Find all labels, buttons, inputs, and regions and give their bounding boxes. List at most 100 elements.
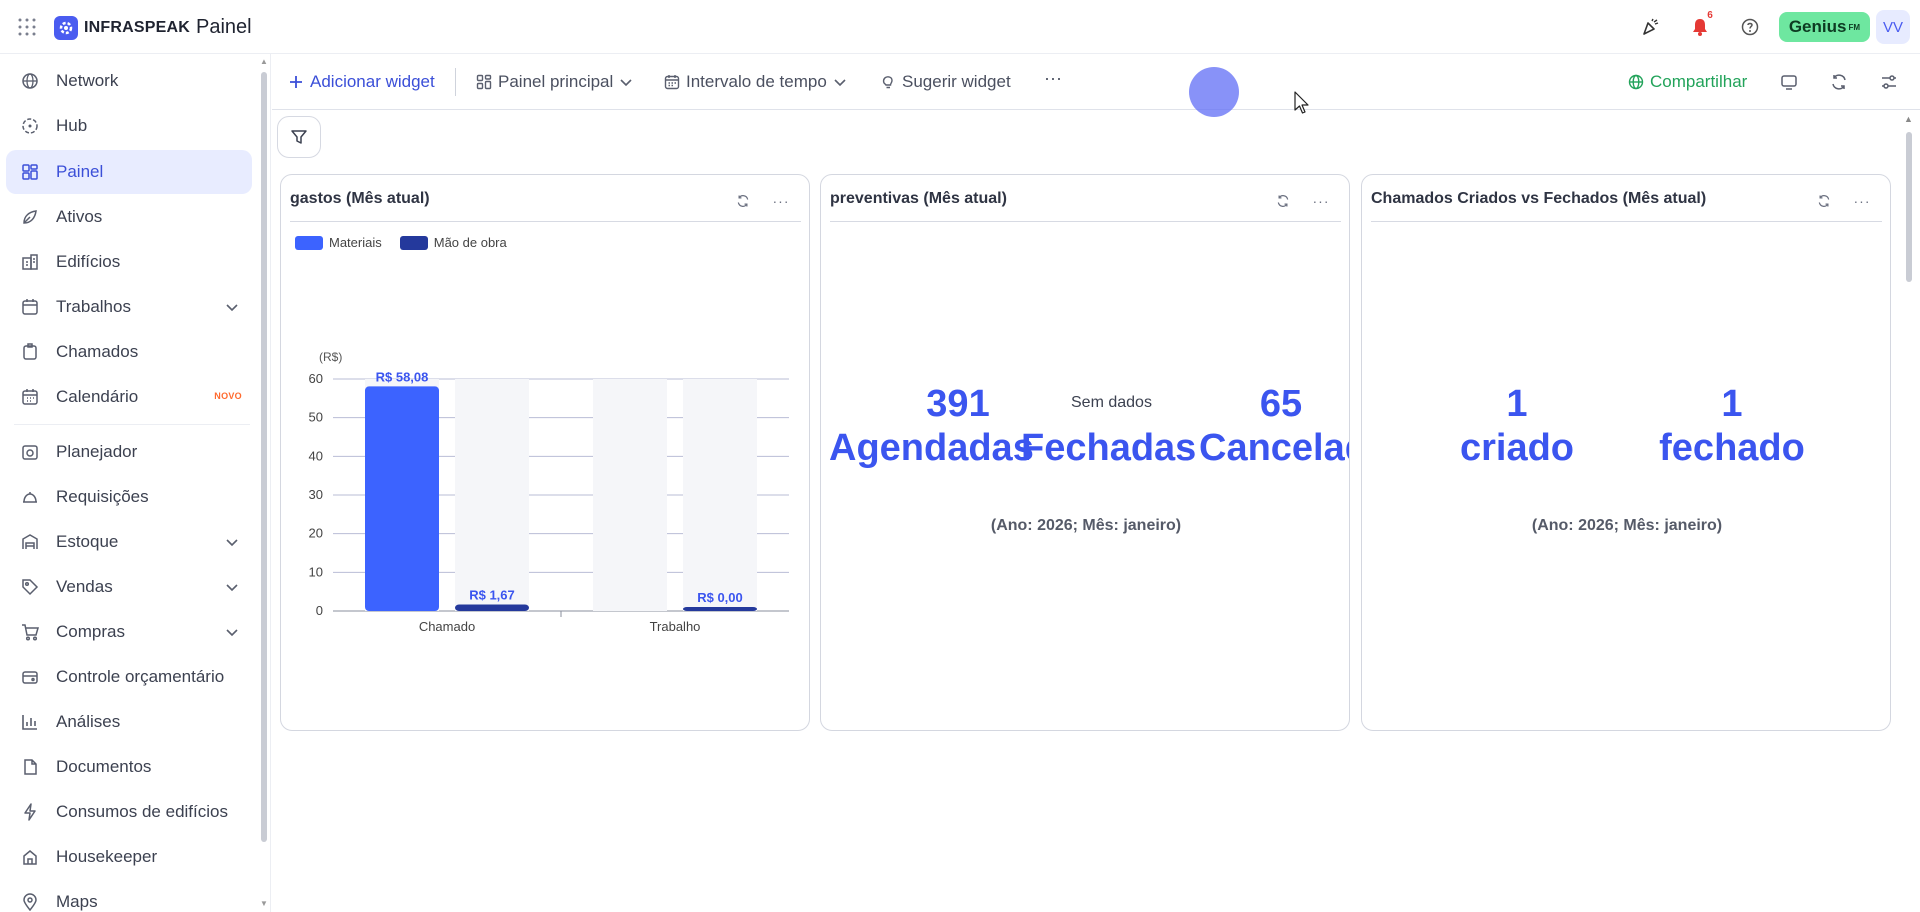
sidebar-item-planejador[interactable]: Planejador: [6, 430, 252, 474]
toolbar-more-button[interactable]: ···: [1044, 66, 1062, 90]
sidebar-scroll-thumb[interactable]: [261, 72, 267, 842]
kpi-period-footer: (Ano: 2026; Mês: janeiro): [1531, 517, 1723, 534]
sidebar-item-maps[interactable]: Maps: [6, 880, 252, 912]
widget-title-divider: [290, 221, 801, 222]
data-label: R$ 0,00: [697, 590, 743, 605]
sidebar-item-label: Network: [56, 71, 119, 90]
new-badge: NOVO: [214, 391, 242, 401]
widget-more-button[interactable]: ···: [771, 191, 791, 211]
chevron-down-icon[interactable]: [224, 579, 240, 595]
legend-item-materiais[interactable]: Materiais: [295, 235, 382, 250]
y-tick-label: 40: [309, 448, 323, 463]
notifications-badge: 6: [1707, 10, 1713, 21]
refresh-icon[interactable]: [1827, 70, 1851, 94]
sidebar-item-vendas[interactable]: Vendas: [6, 565, 252, 609]
sidebar-item-compras[interactable]: Compras: [6, 610, 252, 654]
sidebar-item-label: Requisições: [56, 487, 149, 506]
widget-title: gastos (Mês atual): [290, 190, 430, 207]
time-range-dropdown[interactable]: Intervalo de tempo: [664, 70, 847, 94]
main-scrollbar[interactable]: ▲: [1904, 114, 1914, 912]
sidebar-divider-vertical: [270, 54, 271, 912]
sidebar-item-label: Controle orçamentário: [56, 667, 225, 686]
sidebar-item-trabalhos[interactable]: Trabalhos: [6, 285, 252, 329]
hub-icon: [20, 116, 40, 136]
kpi-closed-value: 1: [1721, 383, 1743, 425]
bar-chart: (R$) 0 10 20 30 40 50 60 Chamado R$ 58,08 R$ 1,67 T…: [309, 350, 789, 634]
gear-logo-icon: [54, 16, 78, 40]
calendar-icon: [664, 75, 680, 90]
chevron-down-icon[interactable]: [224, 534, 240, 550]
user-avatar[interactable]: VV: [1876, 10, 1910, 44]
sidebar-item-hub[interactable]: Hub: [6, 104, 252, 148]
sidebar-item-requisicoes[interactable]: Requisições: [6, 475, 252, 519]
kpi-created-label: criado: [1459, 427, 1575, 469]
sidebar-item-controle-orcamentario[interactable]: Controle orçamentário: [6, 655, 252, 699]
sidebar-item-label: Análises: [56, 712, 121, 731]
tv-mode-icon[interactable]: [1777, 70, 1801, 94]
sidebar-item-ativos[interactable]: Ativos: [6, 195, 252, 239]
sidebar-item-calendario[interactable]: Calendário NOVO: [6, 375, 252, 419]
sidebar-item-label: Edifícios: [56, 252, 121, 271]
lightning-icon: [20, 802, 40, 822]
sidebar-item-edificios[interactable]: Edifícios: [6, 240, 252, 284]
sidebar-item-analises[interactable]: Análises: [6, 700, 252, 744]
sidebar-item-documentos[interactable]: Documentos: [6, 745, 252, 789]
widget-more-button[interactable]: ···: [1852, 191, 1872, 211]
sidebar: Network Hub Painel Ativos Edifícios Trab…: [0, 54, 258, 912]
genius-button[interactable]: Genius FM: [1778, 12, 1870, 42]
main-panel-dropdown[interactable]: Painel principal: [476, 70, 633, 94]
notifications-bell-icon[interactable]: 6: [1683, 10, 1717, 44]
widget-title: preventivas (Mês atual): [830, 190, 1007, 207]
sidebar-item-label: Compras: [56, 622, 125, 641]
sidebar-item-estoque[interactable]: Estoque: [6, 520, 252, 564]
sidebar-item-consumos[interactable]: Consumos de edifícios: [6, 790, 252, 834]
settings-sliders-icon[interactable]: [1877, 70, 1901, 94]
sidebar-item-painel[interactable]: Painel: [6, 150, 252, 194]
genius-label: Genius: [1788, 17, 1847, 36]
main-scroll-thumb[interactable]: [1906, 132, 1912, 282]
chevron-down-icon[interactable]: [224, 299, 240, 315]
sidebar-item-label: Planejador: [56, 442, 138, 461]
refresh-icon[interactable]: [1814, 191, 1834, 211]
suggest-widget-button[interactable]: Sugerir widget: [880, 70, 1011, 94]
time-range-label: Intervalo de tempo: [686, 72, 827, 91]
globe-icon: [20, 71, 40, 91]
refresh-icon[interactable]: [733, 191, 753, 211]
bar-materiais[interactable]: [365, 386, 439, 611]
legend-item-mao-de-obra[interactable]: Mão de obra: [399, 235, 507, 250]
share-label: Compartilhar: [1650, 72, 1748, 91]
bar-mão-de-obra[interactable]: [683, 607, 757, 611]
filter-button[interactable]: [277, 116, 321, 158]
chevron-down-icon[interactable]: [224, 624, 240, 640]
apps-grid-icon[interactable]: [18, 18, 36, 36]
sidebar-item-chamados[interactable]: Chamados: [6, 330, 252, 374]
bar-track: [593, 379, 667, 611]
widget-preventivas: preventivas (Mês atual) ··· 391 Agendada…: [820, 174, 1350, 731]
budget-icon: [20, 667, 40, 687]
y-tick-label: 0: [316, 603, 323, 618]
help-icon[interactable]: [1733, 10, 1767, 44]
scroll-down-arrow-icon[interactable]: ▼: [260, 900, 268, 908]
filter-funnel-icon: [291, 130, 307, 144]
kpi-created-value: 1: [1506, 383, 1528, 425]
scroll-up-arrow-icon[interactable]: ▲: [1904, 114, 1913, 124]
refresh-icon[interactable]: [1273, 191, 1293, 211]
sidebar-scrollbar[interactable]: ▲ ▼: [260, 58, 268, 912]
sidebar-item-housekeeper[interactable]: Housekeeper: [6, 835, 252, 879]
building-icon: [20, 252, 40, 272]
sidebar-item-network[interactable]: Network: [6, 59, 252, 103]
widget-more-button[interactable]: ···: [1311, 191, 1331, 211]
sidebar-item-label: Consumos de edifícios: [56, 802, 228, 821]
celebrate-icon[interactable]: [1633, 10, 1667, 44]
widget-gastos: gastos (Mês atual) ··· Materiais Mão de …: [280, 174, 810, 731]
scroll-up-arrow-icon[interactable]: ▲: [260, 58, 268, 66]
bar-mão-de-obra[interactable]: [455, 604, 529, 611]
sidebar-item-label: Painel: [56, 162, 104, 181]
sidebar-item-label: Calendário: [56, 387, 139, 406]
add-widget-button[interactable]: Adicionar widget: [288, 70, 435, 94]
legend-swatch: [295, 235, 323, 250]
click-indicator: [1189, 67, 1239, 117]
share-button[interactable]: Compartilhar: [1628, 70, 1747, 94]
kpi-closed-label: Fechadas: [1021, 427, 1197, 469]
brand-logo[interactable]: INFRASPEAK: [54, 16, 190, 40]
